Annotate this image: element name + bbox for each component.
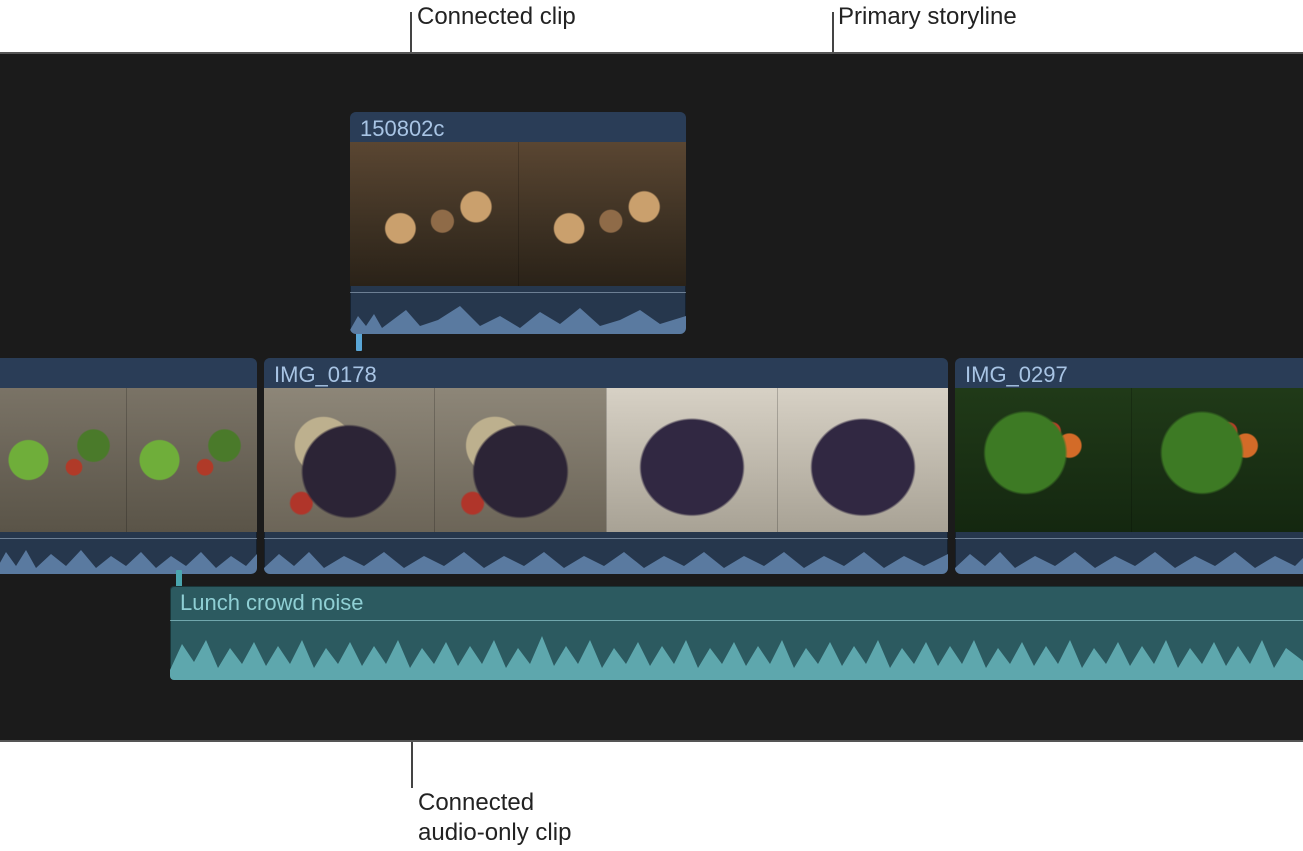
clip-title: IMG_0178 <box>264 358 948 388</box>
clip-audio-waveform[interactable] <box>0 532 257 574</box>
primary-clip[interactable]: IMG_0297 <box>955 358 1303 574</box>
clip-thumbnail-strip <box>955 388 1303 532</box>
clip-title: Lunch crowd noise <box>170 586 1303 614</box>
clip-title <box>0 358 257 388</box>
clip-audio-waveform[interactable] <box>264 532 948 574</box>
clip-thumbnail <box>434 388 605 532</box>
connected-clip[interactable]: 150802c <box>350 112 686 334</box>
clip-title: IMG_0297 <box>955 358 1303 388</box>
clip-thumbnail <box>518 142 687 286</box>
clip-thumbnail <box>1131 388 1303 532</box>
clip-thumbnail <box>264 388 434 532</box>
timeline[interactable]: 150802c IMG_0178 <box>0 52 1303 742</box>
connected-audio-clip[interactable]: Lunch crowd noise <box>170 586 1303 680</box>
clip-thumbnail <box>0 388 126 532</box>
label-connected-clip: Connected clip <box>417 2 576 32</box>
clip-thumbnail <box>955 388 1131 532</box>
primary-clip[interactable]: IMG_0178 <box>264 358 948 574</box>
clip-thumbnail <box>126 388 257 532</box>
clip-audio-waveform[interactable] <box>955 532 1303 574</box>
clip-thumbnail <box>777 388 948 532</box>
clip-audio-waveform[interactable] <box>170 614 1303 680</box>
clip-thumbnail-strip <box>264 388 948 532</box>
primary-clip[interactable] <box>0 358 257 574</box>
clip-thumbnail <box>350 142 518 286</box>
label-connected-audio: Connected audio-only clip <box>418 788 571 848</box>
clip-connector-top <box>356 331 362 351</box>
clip-title: 150802c <box>350 112 686 142</box>
clip-thumbnail <box>606 388 777 532</box>
label-primary-storyline: Primary storyline <box>838 2 1017 32</box>
clip-audio-waveform[interactable] <box>350 286 686 334</box>
clip-thumbnail-strip <box>0 388 257 532</box>
clip-thumbnail-strip <box>350 142 686 286</box>
